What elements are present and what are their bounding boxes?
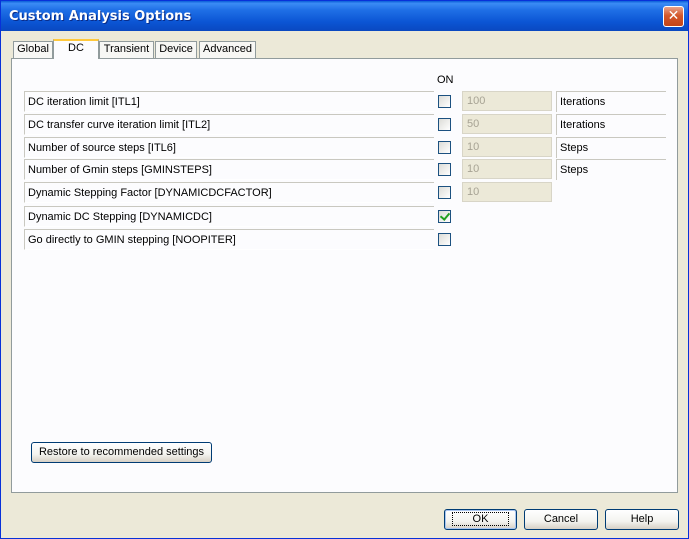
cancel-button[interactable]: Cancel bbox=[524, 509, 598, 530]
title-bar[interactable]: Custom Analysis Options ✕ bbox=[1, 1, 688, 31]
itl6-checkbox[interactable] bbox=[438, 141, 451, 154]
restore-recommended-button[interactable]: Restore to recommended settings bbox=[31, 442, 212, 463]
ok-button[interactable]: OK bbox=[444, 509, 517, 530]
itl1-value-field[interactable]: 100 bbox=[462, 91, 552, 111]
itl2-checkbox[interactable] bbox=[438, 118, 451, 131]
itl2-unit: Iterations bbox=[556, 114, 666, 135]
tab-device[interactable]: Device bbox=[155, 41, 197, 58]
option-label-itl1: DC iteration limit [ITL1] bbox=[24, 91, 434, 112]
dynamicdcfactor-value-field[interactable]: 10 bbox=[462, 182, 552, 202]
custom-analysis-options-dialog: Custom Analysis Options ✕ Global DC Tran… bbox=[0, 0, 689, 539]
noopiter-checkbox[interactable] bbox=[438, 233, 451, 246]
option-label-noopiter: Go directly to GMIN stepping [NOOPITER] bbox=[24, 229, 434, 250]
tab-dc[interactable]: DC bbox=[53, 39, 99, 59]
tab-transient[interactable]: Transient bbox=[99, 41, 154, 58]
on-column-header: ON bbox=[437, 74, 454, 86]
itl1-unit: Iterations bbox=[556, 91, 666, 112]
help-button[interactable]: Help bbox=[605, 509, 679, 530]
option-label-itl2: DC transfer curve iteration limit [ITL2] bbox=[24, 114, 434, 135]
itl6-unit: Steps bbox=[556, 137, 666, 158]
tab-global[interactable]: Global bbox=[13, 41, 53, 58]
option-label-dynamicdc: Dynamic DC Stepping [DYNAMICDC] bbox=[24, 206, 434, 227]
close-icon[interactable]: ✕ bbox=[663, 6, 684, 27]
option-label-itl6: Number of source steps [ITL6] bbox=[24, 137, 434, 158]
itl2-value-field[interactable]: 50 bbox=[462, 114, 552, 134]
gminsteps-checkbox[interactable] bbox=[438, 163, 451, 176]
itl6-value-field[interactable]: 10 bbox=[462, 137, 552, 157]
option-label-gminsteps: Number of Gmin steps [GMINSTEPS] bbox=[24, 159, 434, 180]
tab-advanced[interactable]: Advanced bbox=[199, 41, 256, 58]
ok-button-label: OK bbox=[451, 512, 510, 526]
gminsteps-value-field[interactable]: 10 bbox=[462, 159, 552, 179]
option-label-dynamicdcfactor: Dynamic Stepping Factor [DYNAMICDCFACTOR… bbox=[24, 182, 434, 203]
gminsteps-unit: Steps bbox=[556, 159, 666, 180]
dynamicdcfactor-checkbox[interactable] bbox=[438, 186, 451, 199]
itl1-checkbox[interactable] bbox=[438, 95, 451, 108]
window-title: Custom Analysis Options bbox=[9, 9, 192, 24]
dynamicdc-checkbox[interactable] bbox=[438, 210, 451, 223]
